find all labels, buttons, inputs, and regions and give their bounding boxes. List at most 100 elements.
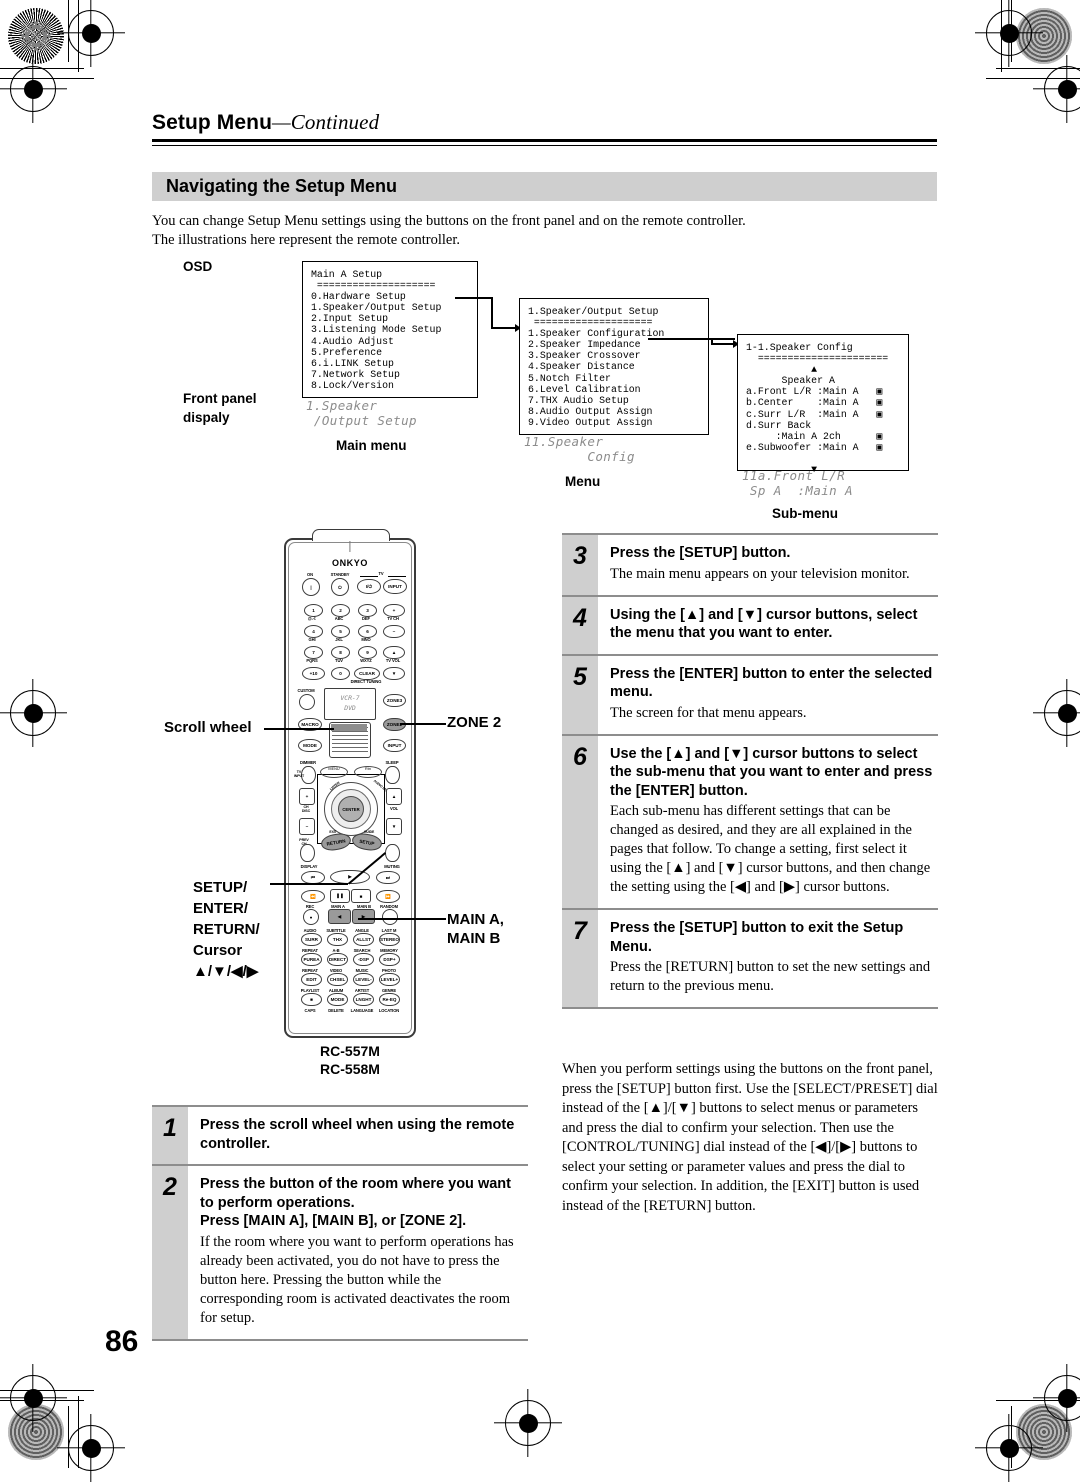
remote-button-level-minus[interactable]: LEVEL- xyxy=(353,973,374,986)
remote-key-tvvol-down[interactable]: ▼ xyxy=(383,667,405,680)
header-rule-thin xyxy=(152,144,937,146)
remote-button-thx[interactable]: THX xyxy=(327,933,348,946)
remote-model-names: RC-557M RC-558M xyxy=(284,1042,416,1078)
remote-key-tvch-down[interactable]: − xyxy=(383,625,405,638)
remote-button-zone3[interactable]: ZONE3 xyxy=(383,694,406,707)
remote-tv-rule-right xyxy=(388,576,406,577)
step-4-title: Using the [▲] and [▼] cursor buttons, se… xyxy=(610,606,918,642)
callout-setup-line2: ENTER/ xyxy=(193,900,249,917)
steps-left-column: 1 Press the scroll wheel when using the … xyxy=(152,1105,528,1341)
remote-button-sleep[interactable] xyxy=(385,766,400,784)
remote-button-menu[interactable]: MENU xyxy=(320,766,348,778)
remote-label-on: ON xyxy=(307,572,313,577)
remote-button-direct[interactable]: DIRECT xyxy=(327,953,348,966)
remote-key-5-sub: JKL xyxy=(335,637,343,642)
remote-button-prev-ch[interactable] xyxy=(300,844,315,862)
intro-paragraph: You can change Setup Menu settings using… xyxy=(152,212,942,250)
step-2-title-2: Press [MAIN A], [MAIN B], or [ZONE 2]. xyxy=(200,1213,467,1229)
remote-label-vol: VOL xyxy=(389,806,399,811)
remote-button-skip-fwd[interactable]: ⏭ xyxy=(376,871,400,884)
front-panel-note-paragraph: When you perform settings using the butt… xyxy=(562,1061,938,1214)
step-2-text: If the room where you want to perform op… xyxy=(200,1233,514,1326)
remote-button-main-a[interactable]: ◀ xyxy=(328,909,351,924)
remote-key-9-sub: WXYZ xyxy=(360,658,372,663)
remote-button-rec[interactable]: ● xyxy=(303,909,319,925)
registration-mark-tr-b xyxy=(1044,66,1080,112)
step-3: 3 Press the [SETUP] button. The main men… xyxy=(562,533,938,595)
callout-setup-line1: SETUP/ xyxy=(193,879,248,896)
remote-lcd-display: VCR-7 DVD xyxy=(324,688,376,720)
remote-button-chsel[interactable]: CHSEL xyxy=(327,973,348,986)
remote-key-plus10[interactable]: +10 xyxy=(302,667,325,680)
callout-leader-main-ab xyxy=(358,918,446,920)
remote-lcd-line1: VCR-7 xyxy=(340,694,360,702)
section-heading-label: Navigating the Setup Menu xyxy=(166,176,398,196)
remote-key-8-sub: TUV xyxy=(335,658,343,663)
remote-button-standby[interactable]: ⏻ xyxy=(331,578,349,596)
remote-label-custom: CUSTOM xyxy=(297,688,315,693)
step-5-text: The screen for that menu appears. xyxy=(610,704,807,721)
osd-label: OSD xyxy=(183,259,213,274)
registration-mark-br-a xyxy=(1044,1375,1080,1421)
remote-label-dimmer: DIMMER xyxy=(299,760,317,765)
remote-button-dsp-minus[interactable]: -DSP xyxy=(353,953,374,966)
remote-grid-label-caps: CAPS xyxy=(304,1008,316,1013)
remote-button-pure-a[interactable]: PUREA xyxy=(301,953,322,966)
remote-button-mode[interactable]: MODE xyxy=(298,739,322,752)
remote-button-custom[interactable] xyxy=(299,694,315,710)
registration-mark-bottomcenter xyxy=(505,1400,551,1446)
remote-button-pause[interactable]: ❚❚ xyxy=(330,889,350,903)
remote-label-tv: TV xyxy=(378,571,384,576)
remote-button-stereo[interactable]: STEREO xyxy=(379,933,400,946)
remote-button-language[interactable]: LNGHT xyxy=(353,993,374,1006)
remote-button-dsp-plus[interactable]: DSP+ xyxy=(379,953,400,966)
remote-button-caps[interactable]: ■ xyxy=(301,993,322,1006)
intro-line-1: You can change Setup Menu settings using… xyxy=(152,213,746,229)
remote-button-level-plus[interactable]: LEVEL+ xyxy=(379,973,400,986)
callout-setup-line3: RETURN/ xyxy=(193,921,260,938)
callout-leader-scroll-wheel xyxy=(264,728,334,730)
callout-main-ab: MAIN A, MAIN B xyxy=(447,910,504,948)
remote-label-display: DISPLAY xyxy=(300,864,318,869)
remote-button-surr[interactable]: SURR xyxy=(301,933,322,946)
step-6: 6 Use the [▲] and [▼] cursor buttons to … xyxy=(562,733,938,908)
step-3-text: The main menu appears on your television… xyxy=(610,565,910,582)
registration-mark-bl-a xyxy=(10,1375,56,1421)
remote-key-1-sub: @.-/: xyxy=(307,616,317,621)
remote-button-ch-up[interactable]: + xyxy=(299,788,315,805)
step-2-body: Press the button of the room where you w… xyxy=(188,1166,528,1339)
remote-button-center-enter[interactable]: CENTER xyxy=(338,796,364,822)
registration-mark-tr-a xyxy=(986,10,1032,56)
remote-grid-label-location: LOCATION xyxy=(378,1008,400,1013)
remote-key-0[interactable]: 0 xyxy=(331,667,350,680)
remote-lcd-line2: DVD xyxy=(344,704,356,712)
remote-button-vol-down[interactable]: ▼ xyxy=(386,818,402,835)
remote-button-random[interactable] xyxy=(382,909,398,925)
section-heading-bar: Navigating the Setup Menu xyxy=(152,172,937,201)
remote-button-on[interactable]: | xyxy=(302,578,320,596)
remote-button-location[interactable]: Re-EQ xyxy=(379,993,400,1006)
remote-button-fastforward[interactable]: ⏩ xyxy=(376,890,400,903)
remote-controller-illustration: ONKYO ON STANDBY TV | ⏻ I/⏻ INPUT 1 @.-/… xyxy=(284,529,416,1038)
page-header: Setup Menu—Continued xyxy=(152,110,937,146)
connector-main-to-menu-h1 xyxy=(455,297,493,299)
osd-main-menu-screen: Main A Setup ==================== 0.Hard… xyxy=(302,261,478,398)
remote-button-tv-power[interactable]: I/⏻ xyxy=(357,579,381,594)
remote-button-rewind[interactable]: ⏪ xyxy=(301,890,325,903)
remote-button-tv-input[interactable]: INPUT xyxy=(383,579,407,594)
remote-button-input[interactable]: INPUT xyxy=(383,739,406,752)
remote-scroll-wheel-highlight xyxy=(331,724,367,731)
remote-button-delete[interactable]: MODE xyxy=(327,993,348,1006)
remote-button-main-b[interactable]: ▶ xyxy=(352,909,375,924)
remote-button-edit-re[interactable]: EDIT xyxy=(301,973,322,986)
remote-button-muting[interactable] xyxy=(385,844,400,862)
connector-menu-to-sub-h1 xyxy=(648,338,735,340)
remote-button-stop[interactable]: ■ xyxy=(351,889,371,903)
remote-button-vol-up[interactable]: ▲ xyxy=(386,788,402,805)
remote-button-return-top[interactable]: Rtn xyxy=(354,766,382,778)
remote-button-allst[interactable]: ALLST xyxy=(353,933,374,946)
step-3-title: Press the [SETUP] button. xyxy=(610,545,791,561)
remote-button-ch-down[interactable]: − xyxy=(299,818,315,835)
osd-menu-screen: 1.Speaker/Output Setup =================… xyxy=(519,298,709,435)
registration-mark-tl-b xyxy=(10,66,56,112)
